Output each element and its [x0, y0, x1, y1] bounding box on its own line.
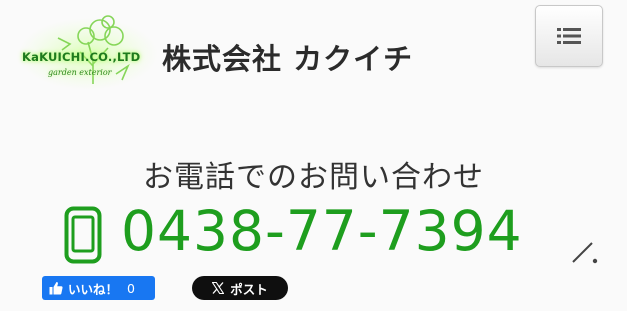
x-logo-icon: [212, 282, 225, 294]
facebook-like-button[interactable]: いいね！ 0: [42, 276, 155, 300]
facebook-like-count: 0: [127, 280, 135, 296]
smartphone-icon: [64, 206, 102, 264]
phone-number-link[interactable]: 0438-77-7394: [121, 200, 523, 262]
x-post-button[interactable]: ポスト: [192, 276, 288, 300]
menu-button[interactable]: [535, 5, 603, 67]
x-post-label: ポスト: [230, 281, 268, 297]
company-logo[interactable]: KaKUICHI.CO.,LTD garden exterior: [18, 14, 158, 94]
phone-inquiry-heading: お電話でのお問い合わせ: [143, 160, 484, 195]
logo-tagline: garden exterior: [48, 68, 112, 77]
hamburger-list-icon: [557, 28, 581, 44]
decorative-slash-icon: [572, 242, 598, 264]
logo-text: KaKUICHI.CO.,LTD: [22, 50, 141, 64]
facebook-like-label: いいね！: [68, 281, 119, 297]
thumbs-up-icon: [49, 282, 63, 295]
company-name: 株式会社 カクイチ: [162, 42, 414, 76]
